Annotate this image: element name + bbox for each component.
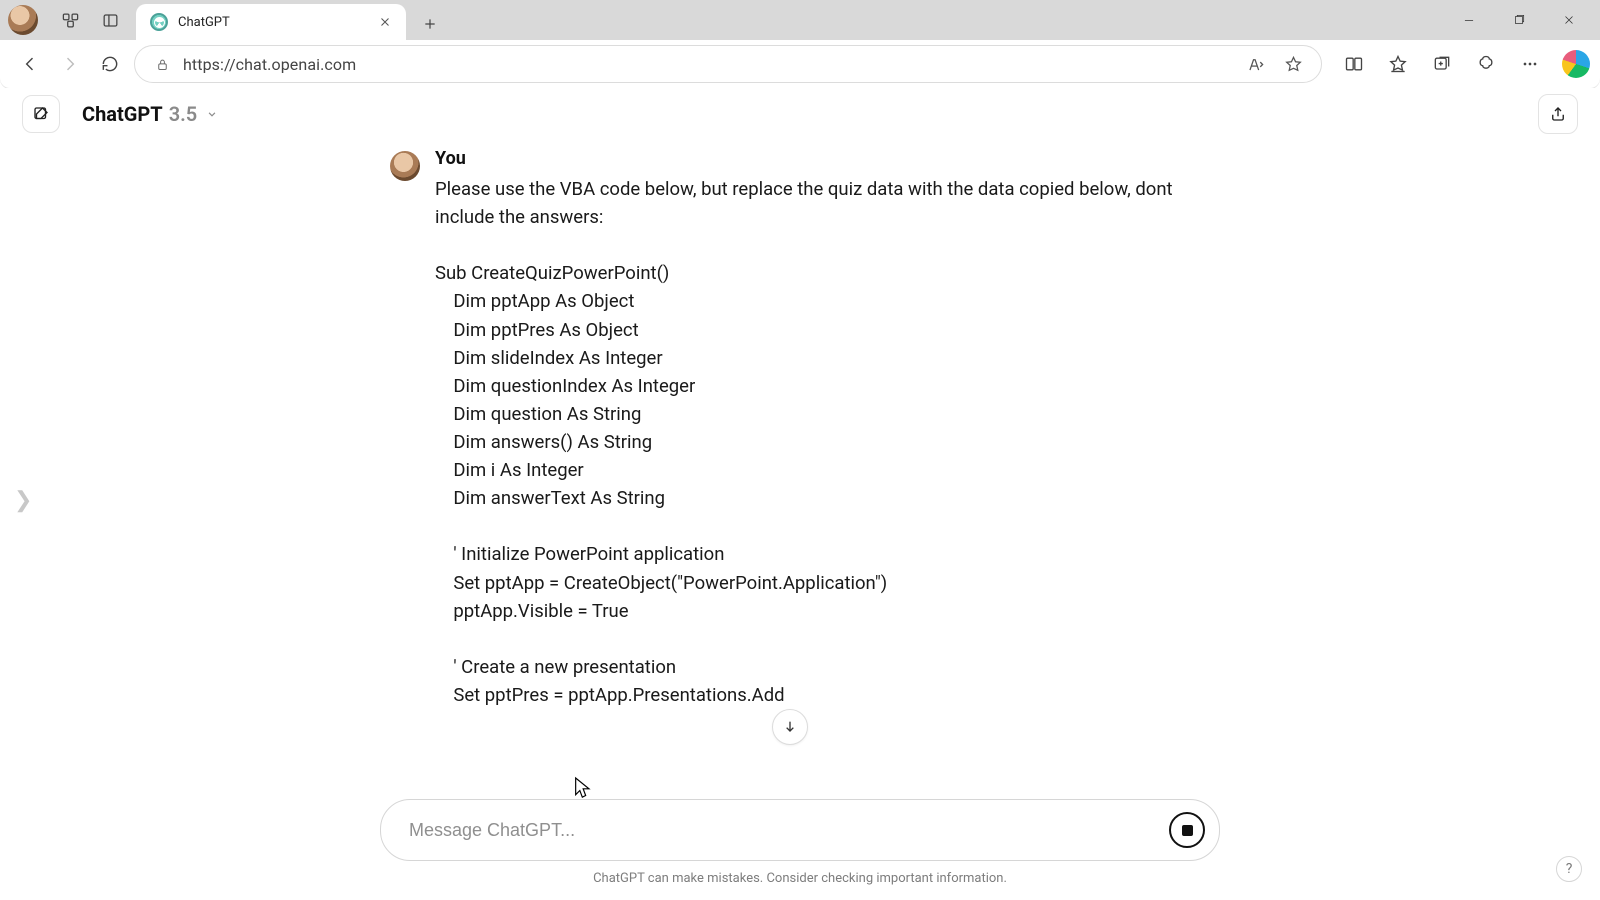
help-label: ? (1566, 861, 1573, 877)
split-screen-icon[interactable] (1334, 44, 1374, 84)
tab-actions-icon[interactable] (90, 2, 130, 38)
maximize-button[interactable] (1494, 2, 1544, 38)
lock-icon (149, 51, 175, 77)
composer-area: ChatGPT can make mistakes. Consider chec… (0, 799, 1600, 886)
message-user: You Please use the VBA code below, but r… (390, 148, 1200, 709)
favorite-star-icon[interactable] (1275, 46, 1311, 82)
window-controls (1444, 2, 1594, 38)
url-text: https://chat.openai.com (183, 55, 356, 74)
chevron-down-icon (205, 102, 219, 126)
back-button[interactable] (10, 44, 50, 84)
favorites-icon[interactable] (1378, 44, 1418, 84)
model-version: 3.5 (169, 102, 198, 126)
composer[interactable] (380, 799, 1220, 861)
copilot-icon[interactable] (1562, 50, 1590, 78)
stop-icon (1182, 825, 1193, 836)
tab-close-button[interactable] (374, 11, 396, 33)
close-window-button[interactable] (1544, 2, 1594, 38)
help-button[interactable]: ? (1556, 856, 1582, 882)
message-input[interactable] (409, 820, 1169, 841)
sidebar-expand-handle[interactable]: ❯ (14, 488, 32, 513)
toolbar-icons (1334, 44, 1590, 84)
refresh-button[interactable] (90, 44, 130, 84)
page-content: ChatGPT 3.5 ❯ You Please use the VBA cod… (0, 88, 1600, 900)
scroll-to-bottom-button[interactable] (772, 709, 808, 745)
workspaces-icon[interactable] (50, 2, 90, 38)
chatgpt-favicon-icon (150, 13, 168, 31)
stop-generating-button[interactable] (1169, 812, 1205, 848)
tab-chatgpt[interactable]: ChatGPT (136, 4, 406, 40)
extensions-icon[interactable] (1466, 44, 1506, 84)
share-button[interactable] (1538, 94, 1578, 134)
new-tab-button[interactable] (414, 8, 446, 40)
chatgpt-header: ChatGPT 3.5 (0, 88, 1600, 140)
message-author: You (435, 148, 1200, 169)
message-body: You Please use the VBA code below, but r… (435, 148, 1200, 709)
forward-button[interactable] (50, 44, 90, 84)
url-bar[interactable]: https://chat.openai.com (134, 45, 1322, 83)
profile-avatar[interactable] (8, 5, 38, 35)
model-switcher[interactable]: ChatGPT 3.5 (82, 102, 219, 126)
new-chat-button[interactable] (22, 95, 60, 133)
minimize-button[interactable] (1444, 2, 1494, 38)
model-name: ChatGPT (82, 102, 163, 126)
disclaimer-text: ChatGPT can make mistakes. Consider chec… (593, 871, 1007, 886)
collections-icon[interactable] (1422, 44, 1462, 84)
user-avatar (390, 151, 420, 181)
address-bar-row: https://chat.openai.com (0, 40, 1600, 88)
conversation: You Please use the VBA code below, but r… (390, 148, 1210, 709)
tab-strip: ChatGPT (136, 0, 1444, 40)
message-text: Please use the VBA code below, but repla… (435, 175, 1200, 709)
tab-title: ChatGPT (178, 15, 374, 30)
reader-mode-icon[interactable] (1237, 46, 1273, 82)
browser-tabstrip: ChatGPT (0, 0, 1600, 40)
more-menu-icon[interactable] (1510, 44, 1550, 84)
